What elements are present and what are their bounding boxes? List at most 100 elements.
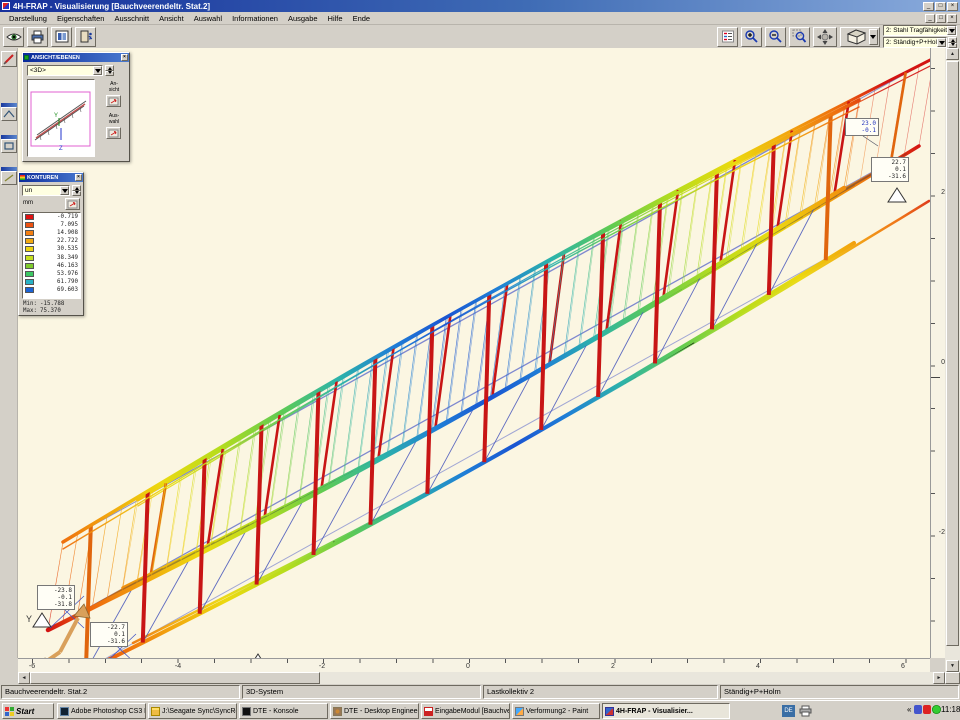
minimize-button[interactable]: _ bbox=[923, 2, 934, 11]
application-window: 4H-FRAP - Visualisierung [Bauchveerendel… bbox=[0, 0, 960, 720]
print-button[interactable] bbox=[27, 27, 48, 47]
taskbar-task-paint[interactable]: Verformung2 - Paint bbox=[512, 703, 600, 719]
menu-item-ende[interactable]: Ende bbox=[348, 14, 376, 23]
ansicht-apply-button[interactable] bbox=[106, 95, 121, 107]
horizontal-scrollbar[interactable]: ◄ ► bbox=[18, 672, 945, 684]
view-cube-button[interactable] bbox=[840, 27, 880, 47]
tray-app-icon-blue[interactable] bbox=[914, 705, 922, 714]
konturen-refresh-button[interactable] bbox=[65, 198, 80, 210]
edit-tool-button[interactable] bbox=[1, 51, 17, 67]
ruler-tick-label: -4 bbox=[168, 663, 188, 670]
view-button[interactable] bbox=[3, 27, 24, 47]
mdi-close-button[interactable]: × bbox=[947, 14, 957, 23]
minimized-panel-3[interactable] bbox=[1, 167, 17, 185]
horizontal-ruler: -6 -4 -2 0 2 4 6 bbox=[18, 658, 930, 672]
keyboard-layout-indicator[interactable]: DE bbox=[782, 705, 795, 717]
gear-icon bbox=[333, 707, 342, 716]
minimized-panel-1[interactable] bbox=[1, 103, 17, 121]
taskbar-task-photoshop[interactable]: Adobe Photoshop CS3 E... bbox=[57, 703, 146, 719]
statusbar: Bauchveerendeltr. Stat.2 3D-System Lastk… bbox=[0, 684, 960, 700]
cube-dropdown[interactable] bbox=[869, 29, 878, 45]
paint-icon bbox=[515, 707, 524, 716]
konturen-panel[interactable]: KONTUREN × un mm -0.719 7.095 14.908 22.… bbox=[18, 172, 84, 316]
model-canvas[interactable]: YX 23.0-0.1 22.70.1-31.6 -23.8-0.1-31.8 … bbox=[18, 48, 930, 658]
ruler-tick-label: 6 bbox=[893, 663, 913, 670]
ansicht-panel-close-icon[interactable]: × bbox=[121, 54, 128, 61]
panels-button[interactable] bbox=[51, 27, 72, 47]
taskbar-task-console[interactable]: DTE - Konsole bbox=[239, 703, 328, 719]
mdi-restore-button[interactable]: □ bbox=[936, 14, 946, 23]
legend-max: Max:75.370 bbox=[21, 308, 63, 315]
menu-item-ausschnitt[interactable]: Ausschnitt bbox=[109, 14, 154, 23]
tray-app-icon-green[interactable] bbox=[932, 705, 941, 714]
load-case-spinner[interactable] bbox=[948, 37, 957, 48]
unit-label: mm bbox=[23, 200, 33, 206]
exit-button[interactable] bbox=[75, 27, 96, 47]
ruler-tick-label: -2 bbox=[935, 529, 945, 536]
minimized-panel-2[interactable] bbox=[1, 135, 17, 153]
auswahl-label: Aus-wahl bbox=[101, 113, 127, 125]
quantity-dropdown-icon[interactable] bbox=[60, 186, 69, 195]
auswahl-apply-button[interactable] bbox=[106, 127, 121, 139]
legend-row: 30.535 bbox=[23, 245, 80, 253]
zoom-in-button[interactable] bbox=[741, 27, 762, 47]
quantity-spinner[interactable] bbox=[72, 185, 81, 196]
ansicht-panel[interactable]: ANSICHT/EBENEN × <3D> bbox=[22, 52, 130, 162]
ruler-tick-label: -6 bbox=[22, 663, 42, 670]
restore-button[interactable]: □ bbox=[935, 2, 946, 11]
view-spinner[interactable] bbox=[105, 65, 114, 76]
menu-item-informationen[interactable]: Informationen bbox=[227, 14, 283, 23]
scroll-left-button[interactable]: ◄ bbox=[18, 672, 30, 684]
menu-item-ansicht[interactable]: Ansicht bbox=[154, 14, 189, 23]
mdi-minimize-button[interactable]: _ bbox=[925, 14, 935, 23]
legend-list-button[interactable] bbox=[717, 27, 738, 47]
scroll-up-button[interactable]: ▲ bbox=[946, 48, 959, 60]
taskbar-task-4hfrap[interactable]: 4H-FRAP - Visualisier... bbox=[602, 703, 730, 719]
pan-control[interactable] bbox=[813, 27, 837, 47]
zoom-window-icon bbox=[792, 29, 807, 44]
frap-icon bbox=[605, 707, 614, 716]
load-case-dropdown-icon[interactable] bbox=[937, 38, 946, 47]
quantity-select[interactable]: un bbox=[22, 185, 70, 196]
view-select-dropdown-icon[interactable] bbox=[93, 66, 102, 75]
menu-item-hilfe[interactable]: Hilfe bbox=[323, 14, 348, 23]
zoom-window-button[interactable] bbox=[789, 27, 810, 47]
status-load-case: Ständig+P+Holm bbox=[720, 685, 959, 699]
legend-row: 53.976 bbox=[23, 270, 80, 278]
load-case-select[interactable]: 2: Ständig+P+Holm bbox=[883, 37, 947, 48]
legend-swatch bbox=[25, 279, 34, 285]
node-annotation-right: 22.70.1-31.6 bbox=[871, 157, 909, 182]
start-button[interactable]: Start bbox=[2, 703, 54, 719]
tray-expand-icon[interactable]: « bbox=[907, 705, 911, 714]
printer-tray-icon[interactable] bbox=[799, 705, 812, 717]
menu-item-darstellung[interactable]: Darstellung bbox=[4, 14, 52, 23]
konturen-panel-close-icon[interactable]: × bbox=[75, 174, 82, 181]
konturen-panel-titlebar[interactable]: KONTUREN × bbox=[19, 173, 83, 182]
photoshop-icon bbox=[60, 707, 69, 716]
menu-item-auswahl[interactable]: Auswahl bbox=[189, 14, 227, 23]
zoom-out-button[interactable] bbox=[765, 27, 786, 47]
titlebar[interactable]: 4H-FRAP - Visualisierung [Bauchveerendel… bbox=[0, 0, 960, 12]
view-select[interactable]: <3D> bbox=[27, 65, 103, 76]
vertical-scroll-thumb[interactable] bbox=[946, 61, 959, 646]
horizontal-scroll-thumb[interactable] bbox=[30, 672, 320, 684]
ansicht-panel-titlebar[interactable]: ANSICHT/EBENEN × bbox=[23, 53, 129, 62]
taskbar-task-eingabemodul[interactable]: EingabeModul [Bauchvee... bbox=[421, 703, 510, 719]
tray-app-icon-red[interactable] bbox=[923, 705, 931, 714]
taskbar-task-folder[interactable]: J:\Seagate Sync\SyncRe... bbox=[148, 703, 237, 719]
konturen-panel-icon bbox=[20, 175, 25, 180]
ruler-tick-label: 0 bbox=[935, 359, 945, 366]
printer-icon bbox=[30, 30, 45, 44]
contour-legend: -0.719 7.095 14.908 22.722 30.535 38.349… bbox=[22, 212, 81, 299]
close-button[interactable]: × bbox=[947, 2, 958, 11]
taskbar-task-dte[interactable]: DTE - Desktop Engineeri... bbox=[330, 703, 419, 719]
result-case-dropdown-icon[interactable] bbox=[947, 26, 956, 35]
legend-row: 46.163 bbox=[23, 262, 80, 270]
result-case-select[interactable]: 2: Stahl Tragfähigkeit (Th. 2. O bbox=[883, 25, 957, 36]
scroll-right-button[interactable]: ► bbox=[933, 672, 945, 684]
scroll-down-button[interactable]: ▼ bbox=[946, 660, 959, 672]
menu-item-eigenschaften[interactable]: Eigenschaften bbox=[52, 14, 110, 23]
menu-item-ausgabe[interactable]: Ausgabe bbox=[283, 14, 323, 23]
legend-swatch bbox=[25, 246, 34, 252]
vertical-scrollbar[interactable]: ▲ ▼ bbox=[945, 48, 960, 672]
